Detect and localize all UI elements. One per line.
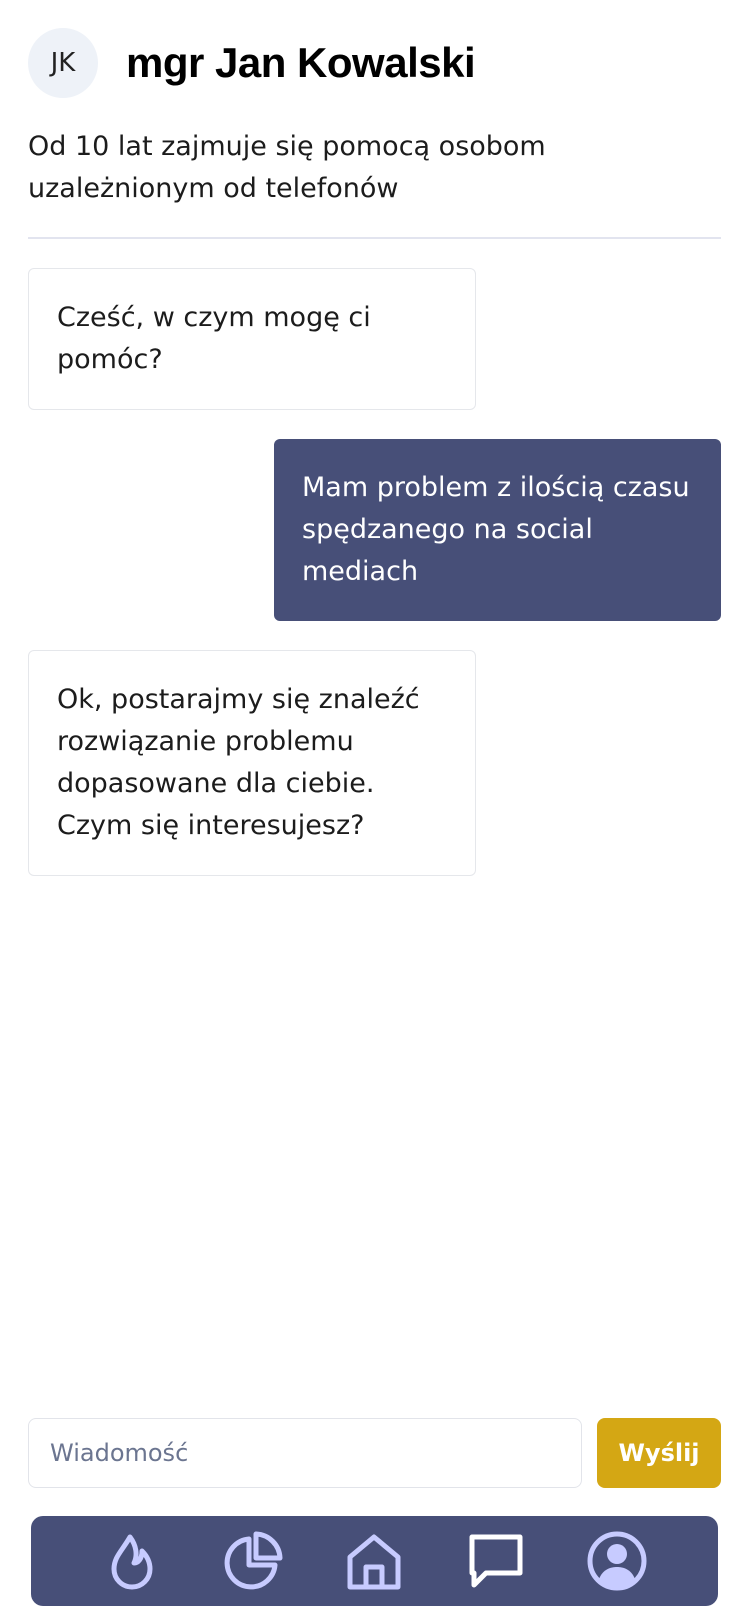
nav-item-profile[interactable] xyxy=(582,1526,652,1596)
message-input[interactable] xyxy=(28,1418,582,1488)
chat-header: JK mgr Jan Kowalski xyxy=(28,28,476,98)
nav-item-stats[interactable] xyxy=(218,1526,288,1596)
nav-item-streak[interactable] xyxy=(97,1526,167,1596)
home-icon xyxy=(347,1534,401,1590)
flame-icon xyxy=(111,1534,153,1590)
user-circle-icon xyxy=(587,1531,647,1591)
chat-icon xyxy=(469,1534,523,1588)
counselor-bio: Od 10 lat zajmuje się pomocą osobom uzal… xyxy=(28,131,546,204)
message-bubble-incoming: Ok, postarajmy się znaleźć rozwiązanie p… xyxy=(28,650,476,876)
send-button[interactable]: Wyślij xyxy=(597,1418,721,1488)
bottom-navigation xyxy=(31,1516,718,1606)
pie-chart-icon xyxy=(224,1531,283,1590)
message-composer: Wyślij xyxy=(28,1418,721,1488)
chat-screen: JK mgr Jan Kowalski Od 10 lat zajmuje si… xyxy=(0,0,749,1621)
nav-item-chat[interactable] xyxy=(461,1526,531,1596)
header-divider xyxy=(28,237,721,239)
message-bubble-outgoing: Mam problem z ilością czasu spędzanego n… xyxy=(274,439,721,621)
avatar[interactable]: JK xyxy=(28,28,98,98)
nav-item-home[interactable] xyxy=(339,1526,409,1596)
counselor-name: mgr Jan Kowalski xyxy=(126,39,476,86)
message-bubble-incoming: Cześć, w czym mogę ci pomóc? xyxy=(28,268,476,410)
